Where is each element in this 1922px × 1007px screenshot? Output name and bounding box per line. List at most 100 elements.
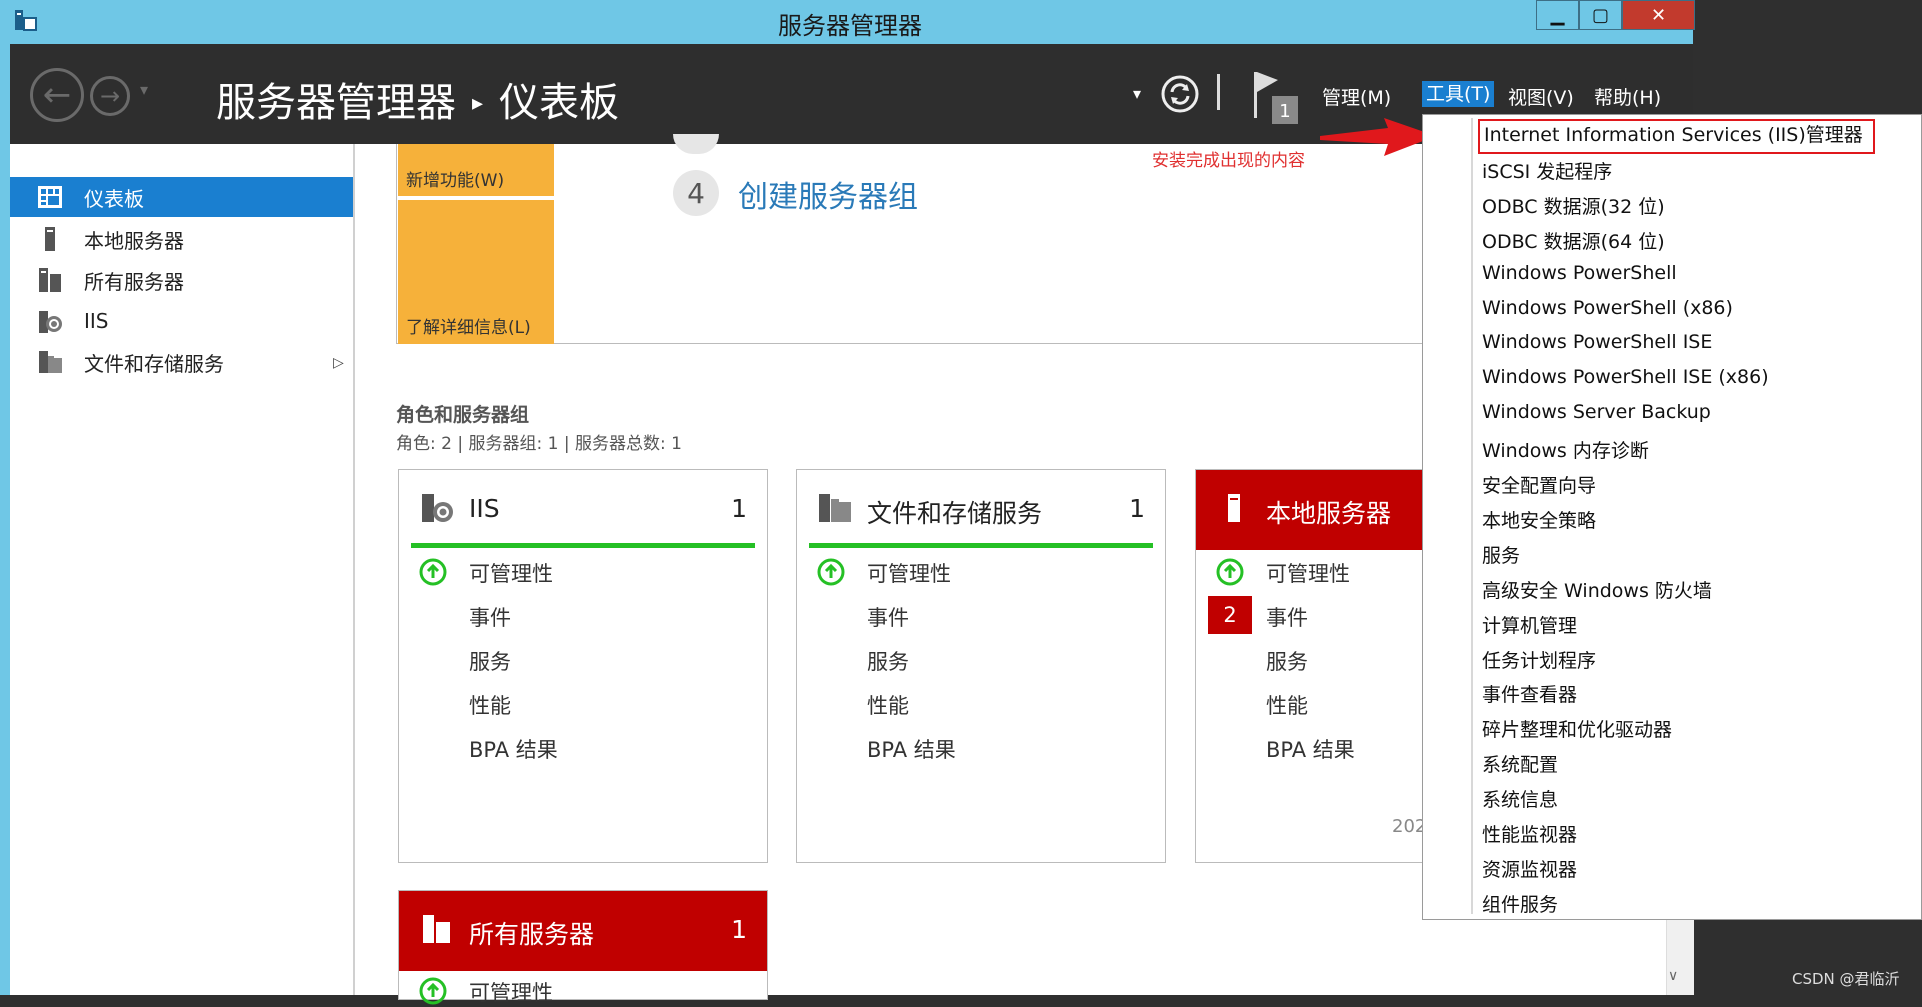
- watermark: CSDN @君临沂: [1792, 970, 1900, 988]
- tile-row-bpa[interactable]: BPA 结果: [469, 734, 558, 764]
- tile-row-performance[interactable]: 性能: [867, 690, 909, 720]
- tools-menu-item[interactable]: ODBC 数据源(64 位): [1482, 227, 1665, 257]
- tile-row-services[interactable]: 服务: [469, 646, 511, 676]
- tools-menu-item[interactable]: 系统信息: [1482, 785, 1558, 815]
- tools-menu-item[interactable]: 事件查看器: [1482, 680, 1577, 710]
- tile-count: 1: [1129, 494, 1145, 523]
- close-button[interactable]: ✕: [1622, 0, 1695, 30]
- tools-menu-item[interactable]: 计算机管理: [1482, 611, 1577, 641]
- breadcrumb-page: 仪表板: [499, 81, 620, 125]
- status-up-icon: [419, 558, 447, 586]
- refresh-icon[interactable]: [1160, 74, 1200, 114]
- tile-count: 1: [731, 915, 747, 944]
- menu-tools[interactable]: 工具(T): [1422, 81, 1495, 107]
- storage-icon: [819, 494, 851, 522]
- notification-count: 1: [1279, 101, 1290, 122]
- iis-icon: [39, 311, 62, 333]
- tools-menu-item[interactable]: 任务计划程序: [1482, 646, 1596, 676]
- tile-row-events[interactable]: 事件: [1266, 602, 1308, 632]
- sidebar-item-label: 所有服务器: [84, 269, 184, 294]
- tools-menu-item[interactable]: Windows PowerShell: [1482, 262, 1677, 292]
- tile-row-events[interactable]: 事件: [867, 602, 909, 632]
- tile-row-manageability[interactable]: 可管理性: [867, 558, 951, 588]
- tools-menu-item[interactable]: 资源监视器: [1482, 855, 1577, 885]
- tools-menu-item[interactable]: iSCSI 发起程序: [1482, 157, 1612, 187]
- breadcrumb: 服务器管理器 ▸ 仪表板: [216, 70, 619, 128]
- tile-row-bpa[interactable]: BPA 结果: [867, 734, 956, 764]
- tile-header: 文件和存储服务 1: [797, 470, 1165, 550]
- menu-help[interactable]: 帮助(H): [1594, 83, 1661, 110]
- tile-row-services[interactable]: 服务: [1266, 646, 1308, 676]
- tile-row-performance[interactable]: 性能: [1266, 690, 1308, 720]
- back-button[interactable]: ←: [30, 68, 84, 122]
- learn-more-link[interactable]: 了解详细信息(L): [406, 313, 531, 338]
- tile-file-storage[interactable]: 文件和存储服务 1 可管理性 事件 服务 性能 BPA 结果: [796, 469, 1166, 863]
- tools-menu-item[interactable]: Windows PowerShell ISE: [1482, 331, 1712, 361]
- tile-header: IIS 1: [399, 470, 767, 550]
- sidebar-item-file-storage[interactable]: 文件和存储服务: [10, 342, 353, 382]
- nav-history-dropdown[interactable]: ▾: [140, 80, 148, 99]
- breadcrumb-separator-icon: ▸: [472, 90, 484, 115]
- status-up-icon: [419, 977, 447, 1005]
- step-number: 4: [673, 170, 719, 216]
- tools-menu-item[interactable]: 组件服务: [1482, 890, 1558, 920]
- notifications-flag-icon[interactable]: 1: [1250, 70, 1300, 126]
- sidebar-item-all-servers[interactable]: 所有服务器: [10, 260, 353, 300]
- tools-menu-item[interactable]: Internet Information Services (IIS)管理器: [1478, 119, 1875, 154]
- tile-row-bpa[interactable]: BPA 结果: [1266, 734, 1355, 764]
- header-divider: [1217, 74, 1220, 110]
- menu-gutter: [1471, 118, 1473, 914]
- forward-button[interactable]: →: [90, 76, 130, 116]
- tile-title: 文件和存储服务: [867, 499, 1043, 528]
- tile-row-manageability[interactable]: 可管理性: [469, 558, 553, 588]
- sidebar-item-iis[interactable]: IIS: [10, 301, 353, 341]
- sidebar-item-label: 文件和存储服务: [84, 351, 224, 376]
- tools-menu-item[interactable]: Windows PowerShell ISE (x86): [1482, 366, 1769, 396]
- header-dropdown-arrow[interactable]: ▾: [1133, 84, 1141, 103]
- minimize-button[interactable]: ▁: [1536, 0, 1579, 30]
- sidebar-item-label: 仪表板: [84, 186, 144, 211]
- tile-row-services[interactable]: 服务: [867, 646, 909, 676]
- tile-row-manageability[interactable]: 可管理性: [469, 977, 553, 1007]
- menu-view[interactable]: 视图(V): [1508, 83, 1574, 110]
- tools-menu-item[interactable]: Windows Server Backup: [1482, 401, 1711, 431]
- tools-menu-item[interactable]: 碎片整理和优化驱动器: [1482, 715, 1672, 745]
- tile-title: 本地服务器: [1266, 499, 1392, 528]
- tools-menu-item[interactable]: 服务: [1482, 541, 1520, 571]
- tile-row-manageability[interactable]: 可管理性: [1266, 558, 1350, 588]
- sidebar-item-dashboard[interactable]: 仪表板: [10, 177, 353, 217]
- tile-row-performance[interactable]: 性能: [469, 690, 511, 720]
- tools-menu-item[interactable]: 性能监视器: [1482, 820, 1577, 850]
- sidebar-item-local-server[interactable]: 本地服务器: [10, 219, 353, 259]
- arrow-right-icon: →: [99, 82, 121, 110]
- menu-manage[interactable]: 管理(M): [1322, 83, 1391, 110]
- create-server-group-link[interactable]: 创建服务器组: [738, 172, 918, 216]
- iis-icon: [422, 494, 453, 522]
- status-up-icon: [1216, 558, 1244, 586]
- maximize-button[interactable]: ▢: [1579, 0, 1622, 30]
- tile-title: 所有服务器: [469, 920, 595, 949]
- servers-icon: [39, 268, 61, 292]
- tools-menu-item[interactable]: Windows 内存诊断: [1482, 436, 1649, 466]
- sidebar-item-label: 本地服务器: [84, 228, 184, 253]
- annotation-text: 安装完成出现的内容: [1152, 151, 1305, 171]
- tools-menu-item[interactable]: 系统配置: [1482, 750, 1558, 780]
- tools-menu-item[interactable]: 安全配置向导: [1482, 471, 1596, 501]
- annotation-arrow-icon: [1320, 118, 1436, 156]
- storage-icon: [39, 351, 62, 373]
- tile-row-events[interactable]: 事件: [469, 602, 511, 632]
- server-icon: [45, 227, 55, 251]
- tile-iis[interactable]: IIS 1 可管理性 事件 服务 性能 BPA 结果: [398, 469, 768, 863]
- tools-menu-item[interactable]: 高级安全 Windows 防火墙: [1482, 576, 1712, 606]
- scroll-down-icon[interactable]: ∨: [1668, 968, 1678, 984]
- whats-new-link[interactable]: 新增功能(W): [406, 166, 504, 191]
- tools-menu-item[interactable]: Windows PowerShell (x86): [1482, 297, 1733, 327]
- events-alert-badge: 2: [1208, 596, 1252, 634]
- expand-arrow-icon[interactable]: ▷: [333, 355, 344, 371]
- status-up-icon: [817, 558, 845, 586]
- sidebar-item-label: IIS: [84, 309, 109, 333]
- breadcrumb-app[interactable]: 服务器管理器: [216, 81, 456, 125]
- tile-all-servers[interactable]: 所有服务器 1 可管理性: [398, 890, 768, 1005]
- tools-menu-item[interactable]: 本地安全策略: [1482, 506, 1596, 536]
- tools-menu-item[interactable]: ODBC 数据源(32 位): [1482, 192, 1665, 222]
